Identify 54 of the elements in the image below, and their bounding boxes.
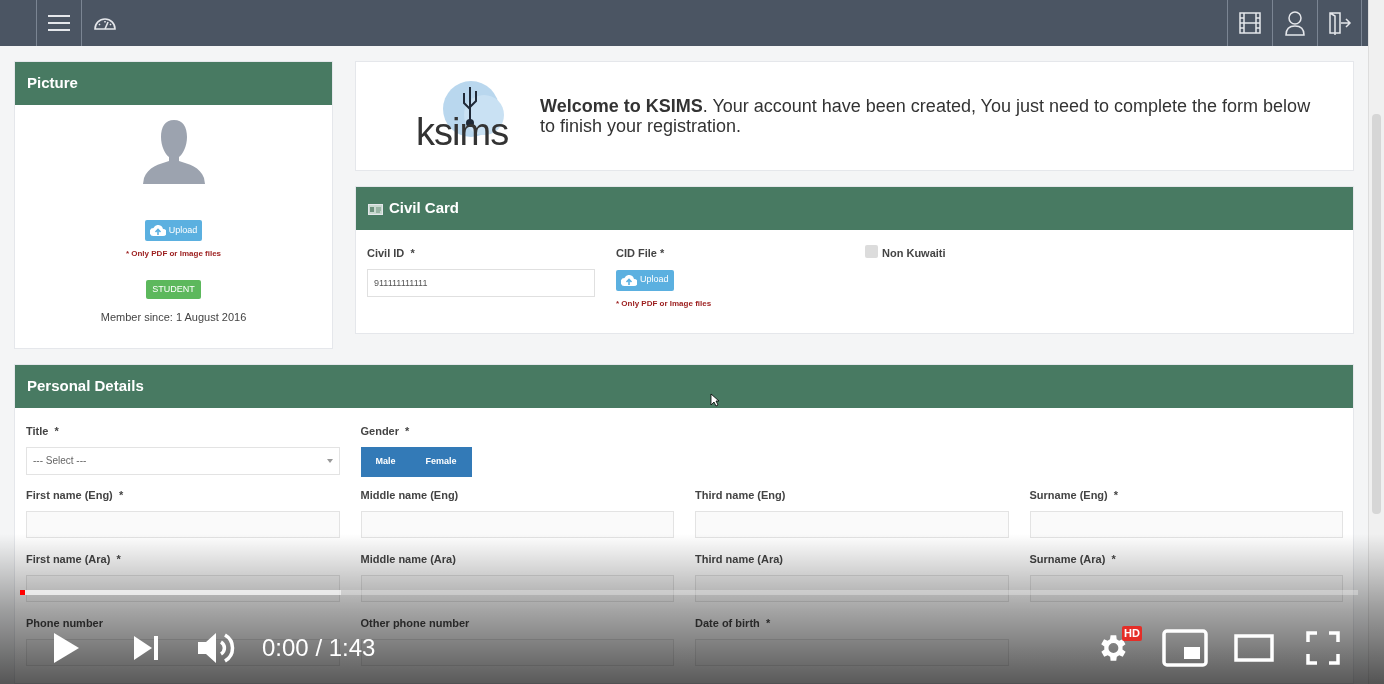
checkbox-label: Non Kuwaiti (882, 246, 946, 261)
menu-icon[interactable] (36, 0, 82, 46)
checkbox[interactable] (865, 245, 878, 258)
avatar-silhouette-icon (142, 120, 205, 184)
text-field[interactable] (695, 574, 1009, 602)
id-card-icon (368, 202, 383, 215)
file-type-note: * Only PDF or Image files (616, 297, 712, 310)
field-label: Third name (Ara) (695, 552, 783, 567)
field-label: Civil ID * (367, 246, 416, 261)
text-field[interactable] (360, 574, 674, 602)
dropdown-caret-icon (326, 458, 333, 463)
panel-title: Personal Details (27, 376, 144, 397)
field-label: Gender * (360, 424, 410, 439)
field-label: Date of birth * (695, 616, 771, 631)
text-field[interactable] (695, 638, 1009, 666)
field-label: Surname (Ara) * (1029, 552, 1116, 567)
welcome-message: Welcome to KSIMS. Your account have been created, You just need to complete the form below to finish your registration. (540, 96, 1312, 136)
progress-track[interactable] (20, 590, 1358, 595)
field-label: Other phone number (360, 616, 470, 631)
field-label: CID File * (616, 246, 665, 261)
role-badge: STUDENT (146, 280, 201, 299)
field-label: First name (Ara) * (26, 552, 121, 567)
field-label: First name (Eng) * (26, 488, 124, 503)
title-select[interactable]: --- Select --- (26, 446, 340, 475)
cloud-upload-icon (149, 225, 166, 236)
civil-id-field[interactable]: 911111111111 (367, 268, 595, 297)
text-field[interactable] (695, 510, 1009, 538)
text-field[interactable] (26, 574, 340, 602)
text-field[interactable] (26, 510, 340, 538)
panel-title: Civil Card (389, 198, 460, 219)
miniplayer-icon[interactable] (1162, 629, 1208, 667)
time-display: 0:00 / 1:43 (262, 633, 376, 663)
text-field[interactable] (1029, 510, 1343, 538)
mouse-cursor-icon (710, 393, 719, 407)
field-label: Surname (Eng) * (1029, 488, 1119, 503)
field-label: Middle name (Ara) (360, 552, 456, 567)
field-label: Third name (Eng) (695, 488, 786, 503)
next-icon[interactable] (132, 634, 160, 662)
field-label: Middle name (Eng) (360, 488, 459, 503)
field-label: Title * (26, 424, 59, 439)
fullscreen-icon[interactable] (1306, 631, 1340, 665)
text-field[interactable] (360, 510, 674, 538)
upload-button[interactable]: Upload (616, 269, 674, 291)
logout-icon[interactable] (1317, 0, 1362, 46)
text-field[interactable] (1029, 574, 1343, 602)
logo-text: ksims (416, 113, 509, 151)
hd-badge: HD (1122, 626, 1142, 641)
member-since-text: Member since: 1 August 2016 (100, 310, 247, 325)
cloud-upload-icon (621, 274, 637, 286)
file-type-note: * Only PDF or Image files (125, 248, 222, 260)
theater-mode-icon[interactable] (1234, 633, 1274, 663)
panel-title: Picture (27, 73, 78, 94)
upload-button[interactable]: Upload (144, 220, 203, 241)
field-label: Phone number (26, 616, 103, 631)
